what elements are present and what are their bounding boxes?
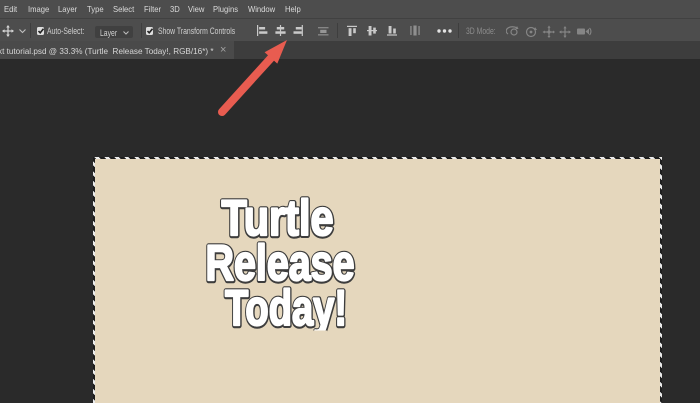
svg-text:Today!: Today! [225,280,347,336]
